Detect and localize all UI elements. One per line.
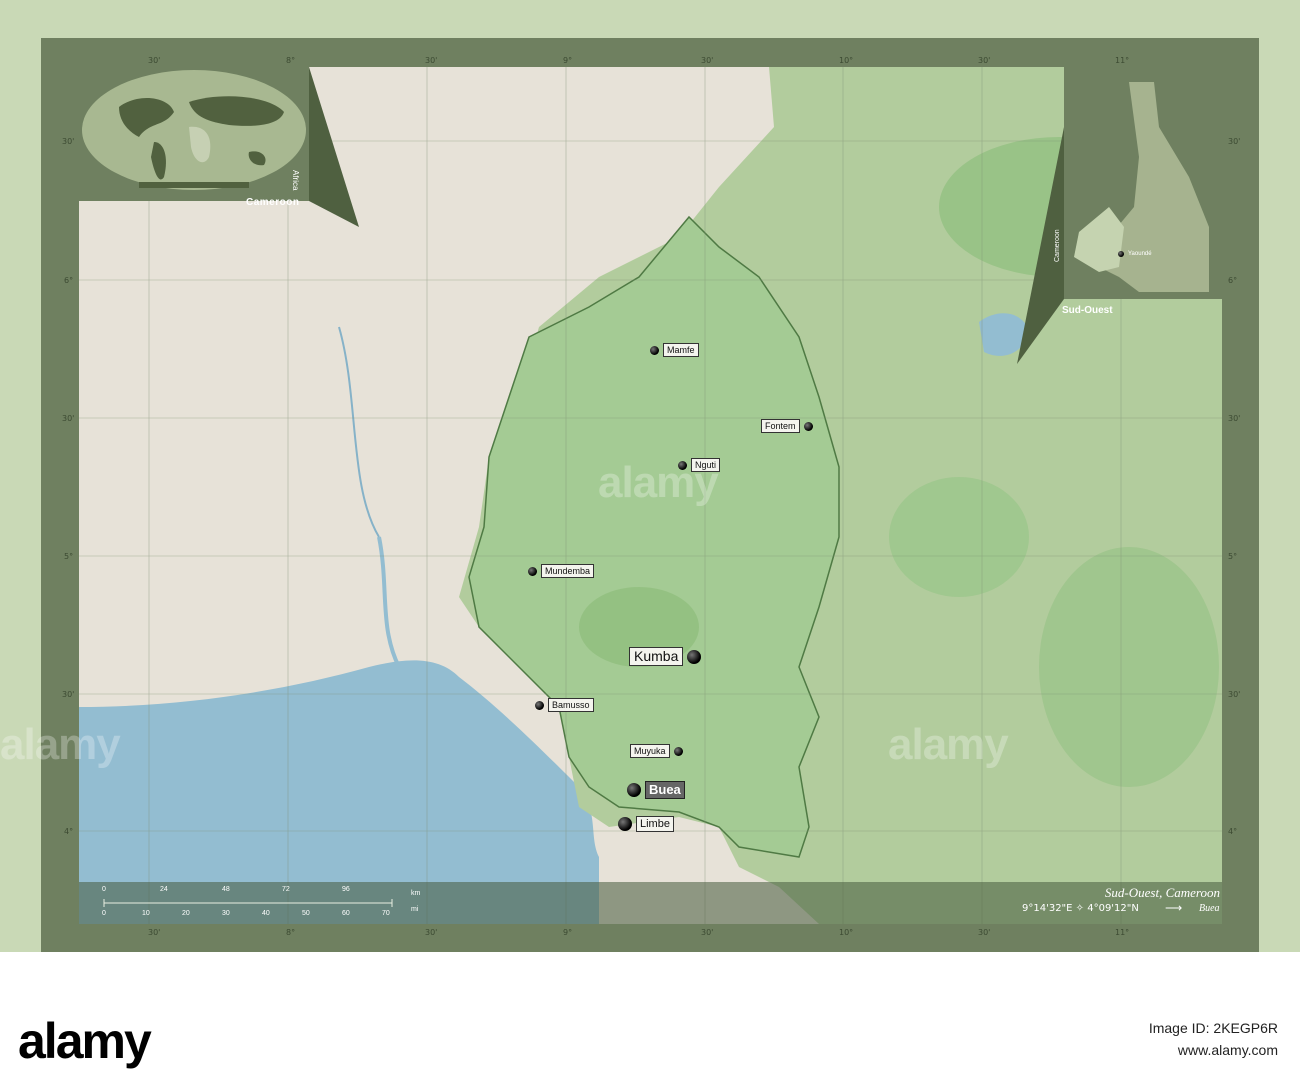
- tick-left-3: 5°: [64, 552, 74, 561]
- tick-top-7: 11°: [1115, 56, 1130, 65]
- inset-country-label: Cameroon: [1054, 229, 1061, 262]
- tick-top-5: 10°: [839, 56, 854, 65]
- tick-top-3: 9°: [563, 56, 573, 65]
- city-mundemba-marker: [528, 566, 537, 576]
- city-buea-label: Buea: [645, 781, 685, 799]
- arrow-icon: ⟶: [1165, 901, 1183, 915]
- inset-capital: Yaoundé: [1118, 251, 1152, 257]
- inset-world-label: Cameroon: [246, 197, 300, 208]
- tick-bottom-6: 30': [978, 928, 991, 937]
- scale-km-1: 24: [160, 886, 168, 893]
- city-limbe-marker: [618, 817, 632, 831]
- city-limbe[interactable]: Limbe: [618, 816, 674, 832]
- city-fontem-marker: [803, 421, 813, 431]
- tick-top-6: 30': [978, 56, 991, 65]
- city-kumba-label: Kumba: [629, 647, 684, 666]
- city-mundemba[interactable]: Mundemba: [528, 564, 595, 578]
- watermark-center: alamy: [598, 458, 719, 507]
- inset-continent-label: Africa: [291, 170, 300, 191]
- tick-bottom-2: 30': [425, 928, 438, 937]
- city-muyuka[interactable]: Muyuka: [630, 744, 683, 758]
- tick-right-2: 30': [1228, 414, 1241, 423]
- footer-strip: [0, 952, 1300, 1084]
- city-kumba-marker: [687, 649, 702, 664]
- scale-km-0: 0: [102, 886, 106, 893]
- inset-capital-label: Yaoundé: [1128, 251, 1152, 257]
- tick-right-1: 6°: [1228, 276, 1238, 285]
- city-buea[interactable]: Buea: [627, 781, 685, 799]
- tick-bottom-5: 10°: [839, 928, 854, 937]
- scale-mi-3: 30: [222, 910, 230, 917]
- scale-mi-4: 40: [262, 910, 270, 917]
- inset-capital-dot: [1118, 251, 1124, 257]
- tick-right-3: 5°: [1228, 552, 1238, 561]
- city-bamusso-marker: [535, 700, 544, 710]
- tick-top-2: 30': [425, 56, 438, 65]
- city-kumba[interactable]: Kumba: [629, 647, 702, 666]
- scalebar: [103, 899, 393, 907]
- tick-left-1: 6°: [64, 276, 74, 285]
- watermark-right: alamy: [888, 720, 1009, 769]
- tick-left-0: 30': [62, 137, 75, 146]
- tick-left-5: 4°: [64, 827, 74, 836]
- tick-right-4: 30': [1228, 690, 1241, 699]
- city-limbe-label: Limbe: [636, 816, 674, 832]
- tick-bottom-7: 11°: [1115, 928, 1130, 937]
- tick-top-0: 30': [148, 56, 161, 65]
- scale-km-4: 96: [342, 886, 350, 893]
- tick-right-5: 4°: [1228, 827, 1238, 836]
- tick-left-2: 30': [62, 414, 75, 423]
- city-mundemba-label: Mundemba: [541, 564, 595, 578]
- site-url: www.alamy.com: [1177, 1042, 1278, 1058]
- image-id: Image ID: 2KEGP6R: [1148, 1020, 1278, 1036]
- tick-bottom-0: 30': [148, 928, 161, 937]
- tick-bottom-4: 30': [701, 928, 714, 937]
- scale-mi-5: 50: [302, 910, 310, 917]
- scale-mi-unit: mi: [411, 906, 419, 913]
- tick-bottom-1: 8°: [286, 928, 296, 937]
- scale-mi-7: 70: [382, 910, 390, 917]
- city-fontem-label: Fontem: [761, 419, 800, 433]
- map-coordinates: 9°14'32"E ✧ 4°09'12"N: [1022, 903, 1139, 914]
- city-bamusso-label: Bamusso: [548, 698, 594, 712]
- map-title: Sud-Ouest, Cameroon: [1104, 885, 1220, 900]
- city-fontem[interactable]: Fontem: [761, 419, 813, 433]
- scale-km-3: 72: [282, 886, 290, 893]
- scale-mi-2: 20: [182, 910, 190, 917]
- scale-mi-1: 10: [142, 910, 150, 917]
- city-muyuka-label: Muyuka: [630, 744, 670, 758]
- scale-mi-0: 0: [102, 910, 106, 917]
- tick-right-0: 30': [1228, 137, 1241, 146]
- tick-bottom-3: 9°: [563, 928, 573, 937]
- city-bamusso[interactable]: Bamusso: [535, 698, 594, 712]
- scale-km-unit: km: [411, 890, 421, 897]
- watermark-left: alamy: [0, 720, 121, 769]
- tick-top-4: 30': [701, 56, 714, 65]
- city-mamfe-marker: [650, 345, 659, 355]
- scale-km-2: 48: [222, 886, 230, 893]
- map-target-city: Buea: [1199, 903, 1220, 914]
- city-mamfe-label: Mamfe: [663, 343, 699, 357]
- alamy-logo: alamy: [18, 1013, 152, 1069]
- tick-top-1: 8°: [286, 56, 296, 65]
- inset-region-label: Sud-Ouest: [1062, 305, 1113, 316]
- tick-left-4: 30': [62, 690, 75, 699]
- city-mamfe[interactable]: Mamfe: [650, 343, 699, 357]
- city-buea-marker: [627, 783, 641, 797]
- city-muyuka-marker: [673, 746, 683, 756]
- scale-mi-6: 60: [342, 910, 350, 917]
